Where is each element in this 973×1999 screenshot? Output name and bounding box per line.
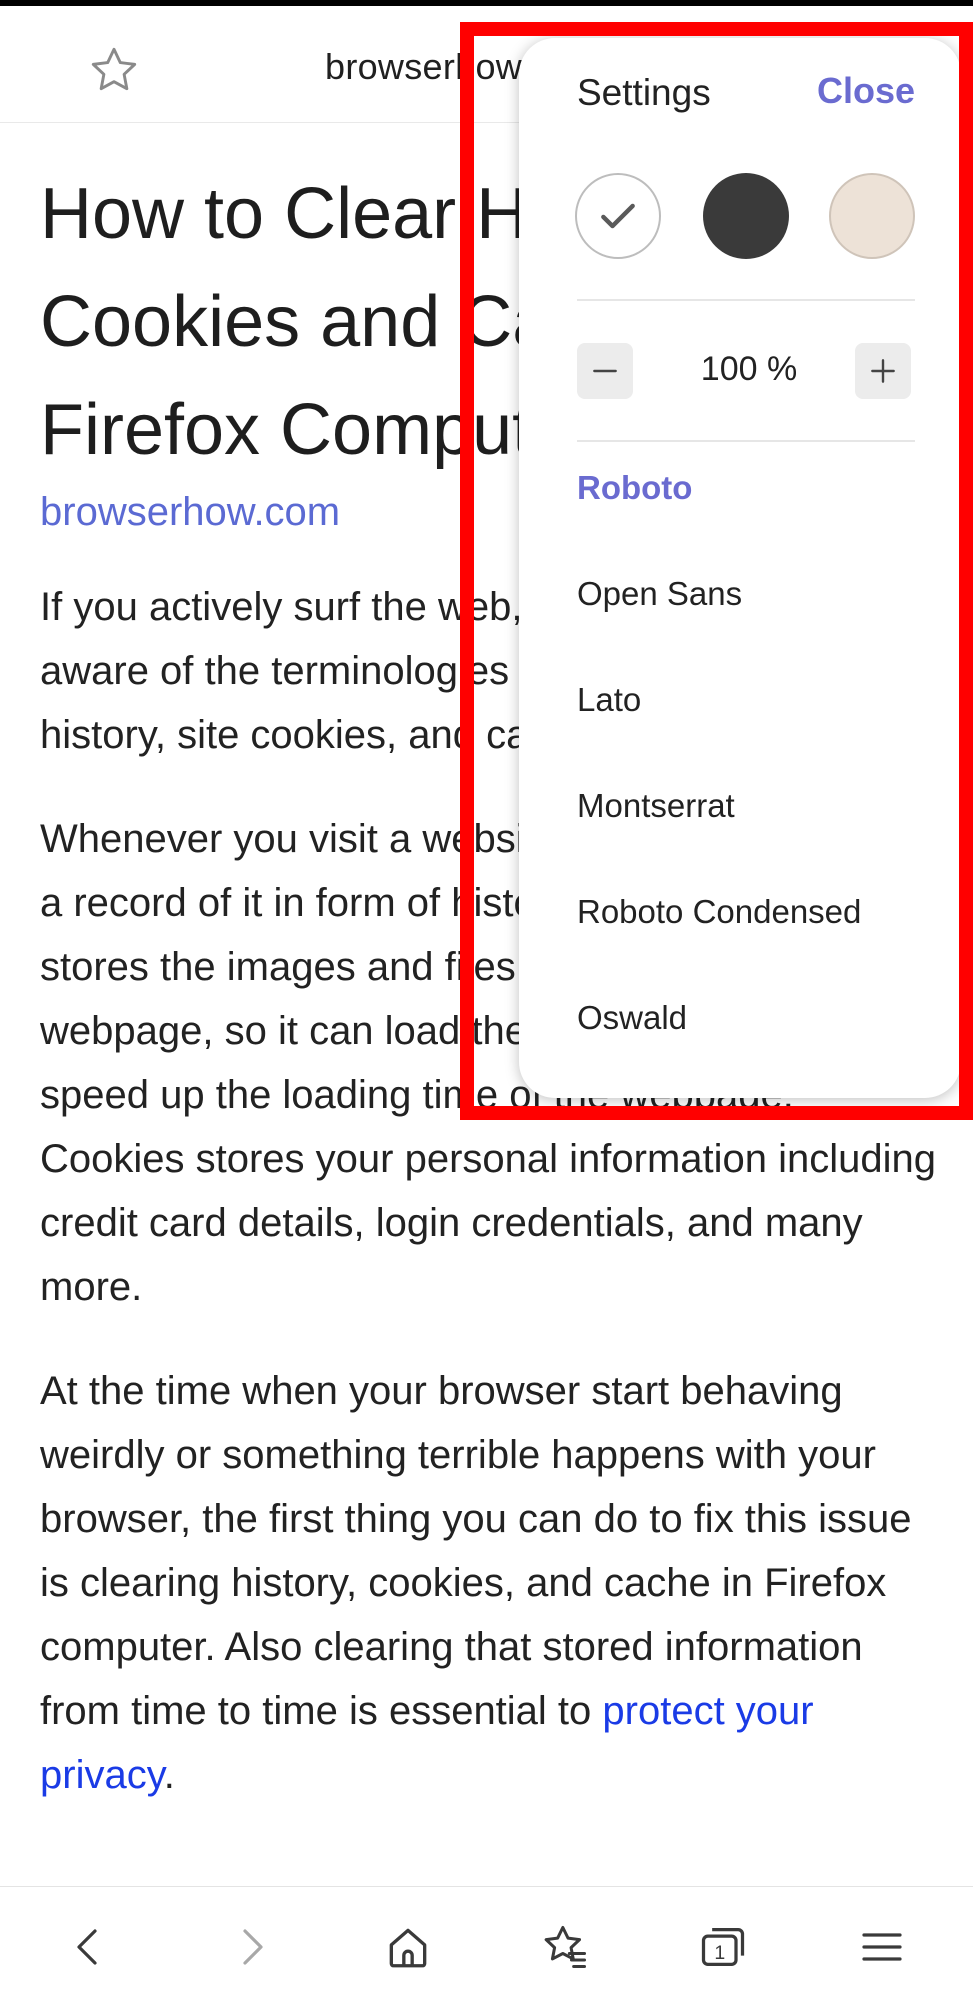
theme-light-swatch[interactable]: [575, 173, 661, 259]
font-option-roboto[interactable]: Roboto: [577, 468, 937, 574]
bookmarks-star-list-icon: [544, 1925, 587, 1969]
zoom-increase-button[interactable]: [855, 343, 911, 399]
forward-arrow-icon: [243, 1929, 263, 1965]
menu-button[interactable]: [852, 1917, 912, 1977]
hamburger-menu-icon: [862, 1933, 902, 1961]
zoom-decrease-button[interactable]: [577, 343, 633, 399]
font-option-lato[interactable]: Lato: [577, 680, 937, 786]
bookmarks-button[interactable]: [535, 1917, 595, 1977]
bookmark-star-button[interactable]: [84, 40, 144, 100]
theme-dark-swatch[interactable]: [703, 173, 789, 259]
home-button[interactable]: [378, 1917, 438, 1977]
star-icon: [91, 47, 137, 91]
back-button[interactable]: [59, 1917, 119, 1977]
font-option-roboto-condensed[interactable]: Roboto Condensed: [577, 892, 937, 998]
home-icon: [389, 1928, 427, 1968]
zoom-level: 100 %: [700, 350, 798, 388]
tabs-icon: 1: [701, 1928, 745, 1966]
article-paragraph: At the time when your browser start beha…: [40, 1359, 940, 1807]
tabs-count: 1: [714, 1942, 725, 1964]
theme-sepia-swatch[interactable]: [829, 173, 915, 259]
font-option-open-sans[interactable]: Open Sans: [577, 574, 937, 680]
checkmark-icon: [601, 203, 635, 229]
reader-settings-panel: Settings Close 100 % Roboto Open Sans La…: [519, 38, 961, 1098]
close-button[interactable]: Close: [817, 70, 915, 112]
paragraph-tail: .: [163, 1753, 175, 1797]
bottom-toolbar: 1: [0, 1886, 973, 1999]
forward-button[interactable]: [221, 1917, 281, 1977]
divider: [577, 299, 915, 301]
paragraph-text: At the time when your browser start beha…: [40, 1369, 912, 1733]
divider: [577, 440, 915, 442]
font-option-montserrat[interactable]: Montserrat: [577, 786, 937, 892]
font-list: Roboto Open Sans Lato Montserrat Roboto …: [577, 468, 937, 1104]
plus-icon: [871, 359, 895, 383]
minus-icon: [593, 369, 617, 373]
back-arrow-icon: [77, 1929, 97, 1965]
font-option-oswald[interactable]: Oswald: [577, 998, 937, 1104]
tabs-button[interactable]: 1: [693, 1917, 753, 1977]
settings-title: Settings: [577, 72, 711, 113]
